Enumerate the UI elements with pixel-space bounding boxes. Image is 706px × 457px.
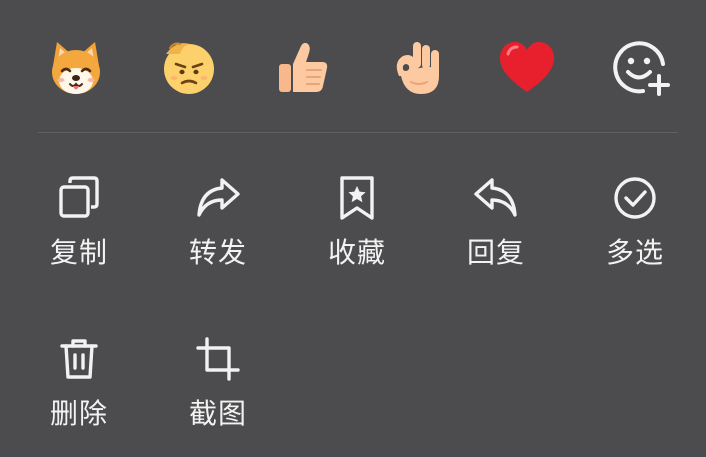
thumbs-up-emoji-icon [278, 42, 327, 92]
trash-icon [60, 339, 98, 379]
forward-button[interactable]: 转发 [168, 172, 268, 270]
delete-button[interactable]: 删除 [29, 333, 129, 431]
reply-button[interactable]: 回复 [446, 172, 546, 270]
add-emoji-icon [613, 41, 670, 96]
check-circle-icon [614, 177, 656, 219]
shiba-dog-emoji-icon [52, 42, 100, 94]
reply-icon [474, 178, 517, 217]
bookmark-icon [340, 176, 374, 220]
red-heart-emoji-icon [500, 42, 555, 92]
message-context-menu: 复制 转发 收藏 回复 多选 删除 截图 [0, 0, 706, 457]
reaction-divider [38, 132, 678, 133]
favorite-label: 收藏 [327, 236, 386, 269]
screenshot-label: 截图 [188, 397, 247, 430]
reaction-ok-hand[interactable] [376, 27, 452, 107]
screenshot-button[interactable]: 截图 [168, 333, 268, 431]
delete-label: 删除 [49, 397, 108, 430]
copy-icon [59, 176, 99, 218]
sweating-face-emoji-icon [163, 42, 214, 94]
ok-hand-emoji-icon [397, 42, 440, 94]
crop-icon [196, 337, 240, 381]
multi-select-button[interactable]: 多选 [585, 172, 685, 270]
reaction-sweating-face[interactable] [151, 27, 227, 107]
reaction-bar [38, 22, 678, 112]
favorite-button[interactable]: 收藏 [307, 172, 407, 270]
reaction-heart[interactable] [489, 27, 565, 107]
copy-label: 复制 [49, 236, 108, 269]
forward-label: 转发 [188, 236, 247, 269]
reply-label: 回复 [466, 236, 525, 269]
multi-select-label: 多选 [605, 236, 664, 269]
forward-icon [197, 178, 240, 217]
reaction-shiba-dog[interactable] [38, 27, 114, 107]
copy-button[interactable]: 复制 [29, 172, 129, 270]
reaction-thumbs-up[interactable] [264, 27, 340, 107]
reaction-add[interactable] [602, 27, 678, 107]
